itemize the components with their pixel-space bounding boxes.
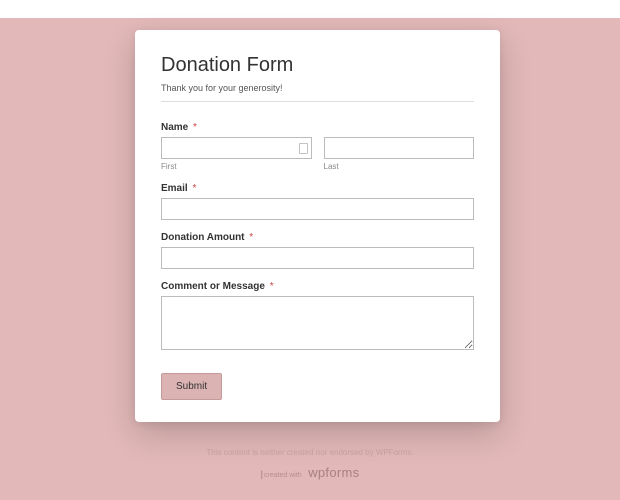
form-subtitle: Thank you for your generosity! [161, 83, 474, 93]
amount-label-text: Donation Amount [161, 232, 245, 243]
amount-label: Donation Amount * [161, 232, 474, 243]
first-name-col: First [161, 137, 312, 171]
first-name-wrapper [161, 137, 312, 159]
required-asterisk: * [193, 122, 197, 133]
last-sublabel: Last [324, 162, 475, 171]
name-label: Name * [161, 122, 474, 133]
pipe-icon: | [261, 469, 263, 479]
footer: This content is neither created nor endo… [0, 448, 620, 480]
email-input[interactable] [161, 198, 474, 220]
first-sublabel: First [161, 162, 312, 171]
field-amount: Donation Amount * [161, 232, 474, 269]
name-row: First Last [161, 137, 474, 171]
contact-card-icon [299, 143, 307, 153]
name-label-text: Name [161, 122, 188, 133]
comment-textarea[interactable] [161, 296, 474, 350]
branding: |created with wpforms [0, 465, 620, 480]
comment-label-text: Comment or Message [161, 281, 265, 292]
required-asterisk: * [249, 232, 253, 243]
top-strip [0, 0, 620, 18]
brand-name: wpforms [308, 465, 359, 480]
required-asterisk: * [270, 281, 274, 292]
submit-button[interactable]: Submit [161, 373, 222, 400]
form-title: Donation Form [161, 54, 474, 77]
divider [161, 101, 474, 102]
last-name-input[interactable] [324, 137, 475, 159]
form-card: Donation Form Thank you for your generos… [135, 30, 500, 422]
email-label: Email * [161, 183, 474, 194]
amount-input[interactable] [161, 247, 474, 269]
comment-label: Comment or Message * [161, 281, 474, 292]
required-asterisk: * [192, 183, 196, 194]
first-name-input[interactable] [161, 137, 312, 159]
brand-prefix: created with [264, 472, 302, 479]
field-name: Name * First Last [161, 122, 474, 171]
field-comment: Comment or Message * [161, 281, 474, 355]
field-email: Email * [161, 183, 474, 220]
last-name-col: Last [324, 137, 475, 171]
email-label-text: Email [161, 183, 188, 194]
disclaimer-text: This content is neither created nor endo… [0, 448, 620, 457]
